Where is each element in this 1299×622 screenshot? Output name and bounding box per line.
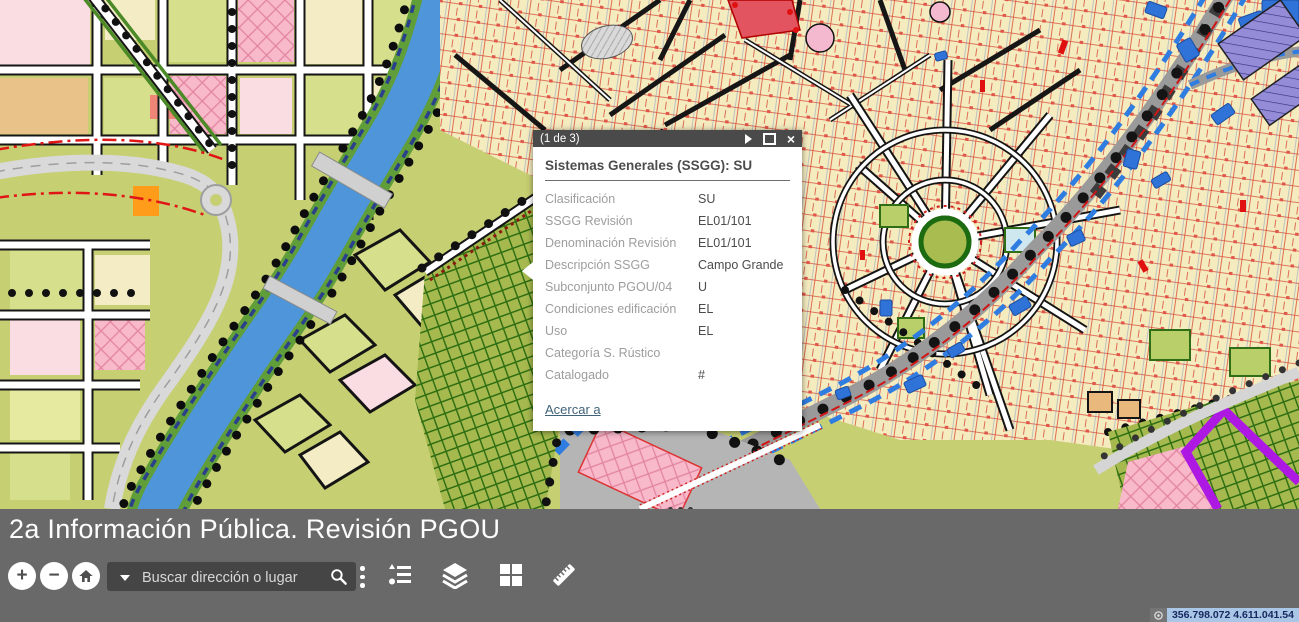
search-source-chevron-down-icon[interactable] xyxy=(120,575,130,581)
app-title: 2a Información Pública. Revisión PGOU xyxy=(9,514,500,545)
popup-header: (1 de 3) × xyxy=(533,130,802,147)
home-button[interactable] xyxy=(72,562,100,590)
attribute-row: Subconjunto PGOU/04U xyxy=(545,276,790,298)
attribute-row: Catalogado# xyxy=(545,364,790,386)
search-icon[interactable] xyxy=(329,567,348,586)
popup-anchor-pointer xyxy=(522,262,533,280)
roundabout xyxy=(909,206,981,278)
popup-next-feature-icon[interactable] xyxy=(745,134,752,144)
popup-title: Sistemas Generales (SSGG): SU xyxy=(545,158,790,173)
attribute-row: Condiciones edificaciónEL xyxy=(545,298,790,320)
popup-close-icon[interactable]: × xyxy=(787,134,795,144)
more-tools-menu-icon[interactable] xyxy=(360,566,366,592)
search-widget xyxy=(107,562,356,591)
legend-icon[interactable] xyxy=(386,561,414,589)
attribute-row: SSGG RevisiónEL01/101 xyxy=(545,210,790,232)
search-input[interactable] xyxy=(140,562,316,593)
attribute-row: UsoEL xyxy=(545,320,790,342)
zoom-in-button[interactable]: + xyxy=(8,562,36,590)
attribute-row: Denominación RevisiónEL01/101 xyxy=(545,232,790,254)
app-window: (1 de 3) × Sistemas Generales (SSGG): SU… xyxy=(0,0,1299,622)
crosshair-icon[interactable] xyxy=(1150,608,1167,622)
popup-separator xyxy=(545,180,790,181)
layers-icon[interactable] xyxy=(441,561,469,589)
home-icon xyxy=(78,568,94,584)
footer-bar: 2a Información Pública. Revisión PGOU + … xyxy=(0,509,1299,622)
coordinate-readout: 356.798.072 4.611.041.54 xyxy=(1167,608,1299,622)
popup-pagination: (1 de 3) xyxy=(540,133,580,145)
basemap-gallery-icon[interactable] xyxy=(497,561,525,589)
popup-zoom-to-link[interactable]: Acercar a xyxy=(545,402,601,417)
attribute-list: ClasificaciónSU SSGG RevisiónEL01/101 De… xyxy=(545,188,790,386)
measure-icon[interactable] xyxy=(550,561,578,589)
attribute-row: ClasificaciónSU xyxy=(545,188,790,210)
popup-maximize-icon[interactable] xyxy=(763,133,776,145)
coordinate-widget[interactable]: 356.798.072 4.611.041.54 xyxy=(1150,608,1299,622)
attribute-row: Descripción SSGGCampo Grande xyxy=(545,254,790,276)
attribute-row: Categoría S. Rústico xyxy=(545,342,790,364)
popup-body: Sistemas Generales (SSGG): SU Clasificac… xyxy=(533,147,802,431)
feature-popup: (1 de 3) × Sistemas Generales (SSGG): SU… xyxy=(533,130,802,431)
zoom-out-button[interactable]: − xyxy=(40,562,68,590)
